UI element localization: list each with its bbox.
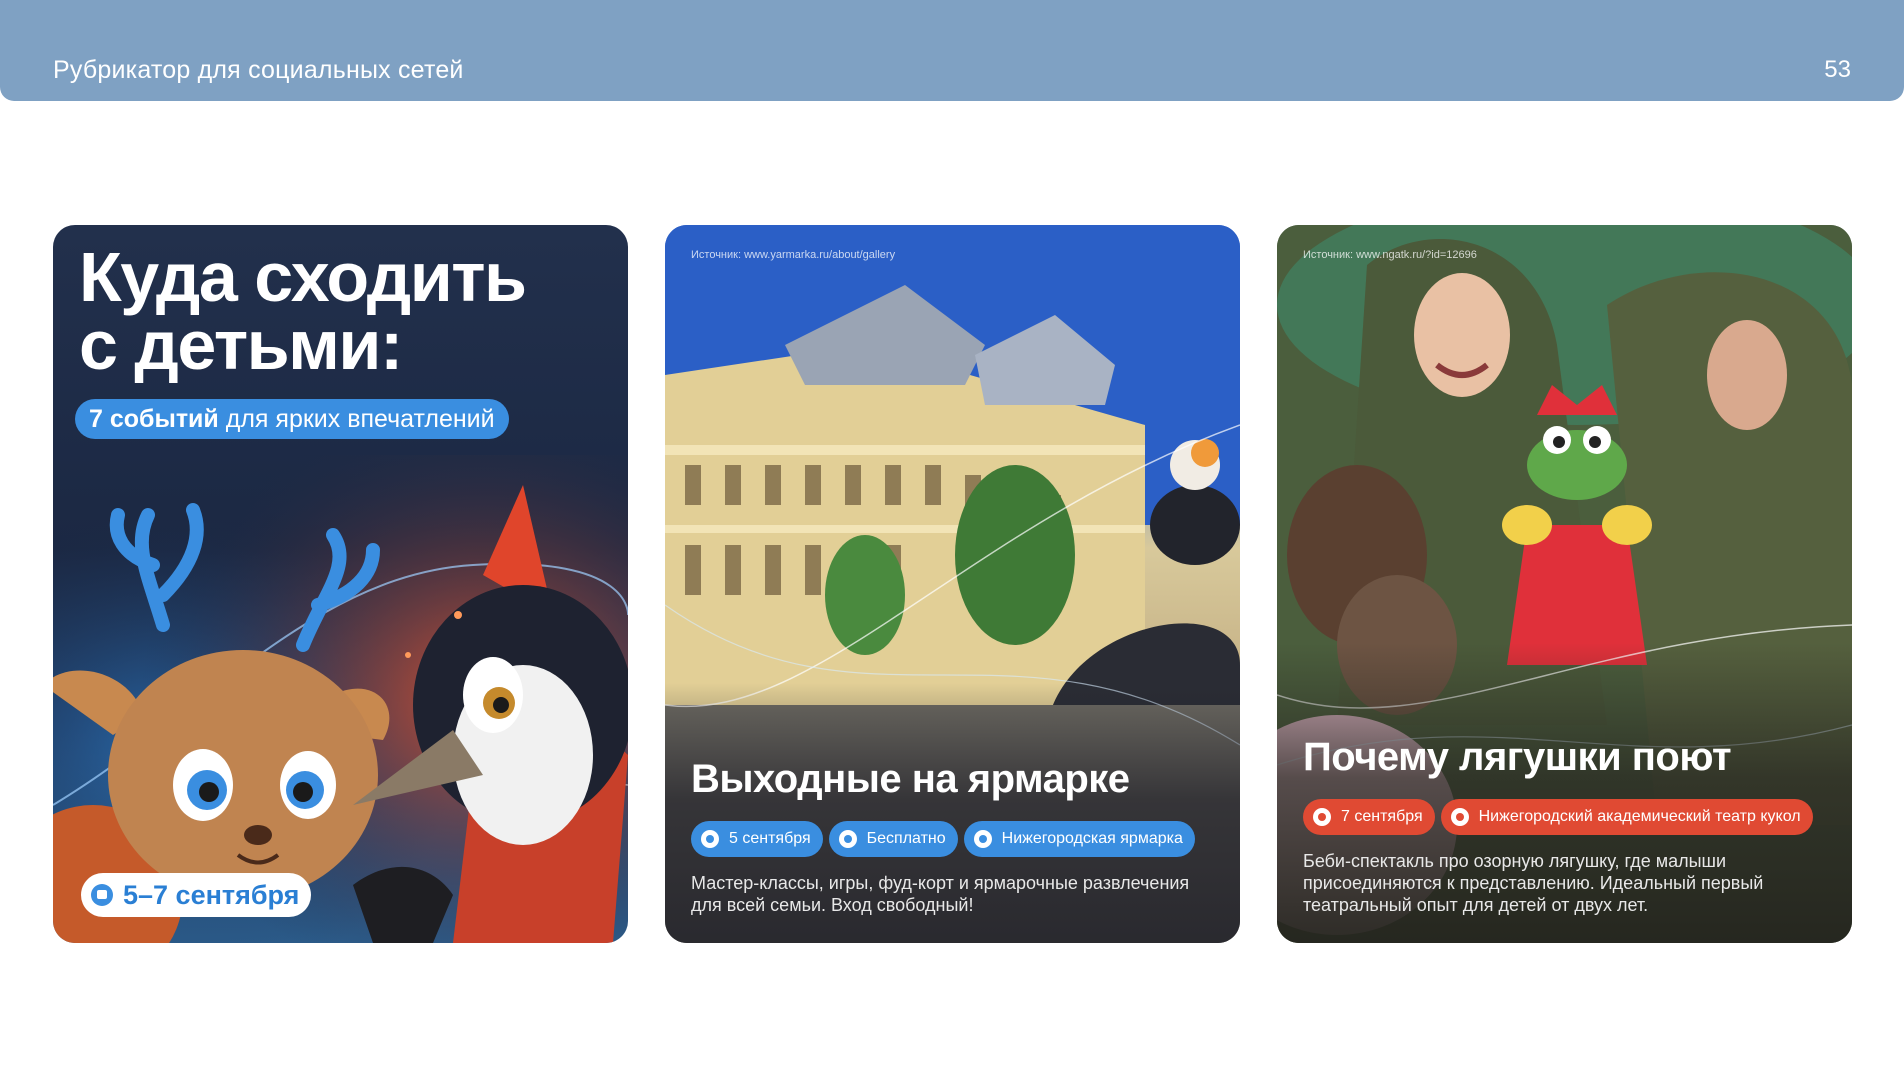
card3-source: Источник: www.ngatk.ru/?id=12696 xyxy=(1303,249,1477,261)
calendar-icon xyxy=(1313,808,1331,826)
headline-line-2: с детьми: xyxy=(79,306,403,384)
chip-price: Бесплатно xyxy=(828,821,958,857)
chip-location: Нижегородская ярмарка xyxy=(963,821,1195,857)
header-bar: Рубрикатор для социальных сетей 53 xyxy=(0,0,1904,101)
card1-subtitle-pill: 7 событий для ярких впечатлений xyxy=(75,399,509,439)
card3-description: Беби-спектакль про озорную лягушку, где … xyxy=(1303,851,1764,915)
chip-date: 5 сентября xyxy=(691,821,823,857)
page-number: 53 xyxy=(1824,56,1851,83)
chip-location: Нижегородский академический театр кукол xyxy=(1440,799,1813,835)
chip-location-label: Нижегородская ярмарка xyxy=(1001,830,1183,847)
location-pin-icon xyxy=(973,830,992,848)
card2-chips: 5 сентября Бесплатно Нижегородская ярмар… xyxy=(691,821,1195,857)
cartoon-deer-woodpecker-illustration xyxy=(53,455,628,943)
card2-description: Мастер-классы, игры, фуд-корт и ярмарочн… xyxy=(691,873,1190,915)
subtitle-rest: для ярких впечатлений xyxy=(218,405,495,433)
calendar-icon xyxy=(91,884,113,906)
chip-date-label: 5 сентября xyxy=(729,830,811,847)
card2-source: Источник: www.yarmarka.ru/about/gallery xyxy=(691,249,896,261)
card3-title: Почему лягушки поют xyxy=(1303,735,1732,779)
card1-headline: Куда сходить с детьми: xyxy=(79,238,609,384)
card-puppet-theatre[interactable]: Источник: www.ngatk.ru/?id=12696 Почему … xyxy=(1277,225,1852,943)
location-pin-icon xyxy=(1450,808,1469,826)
chip-price-label: Бесплатно xyxy=(866,830,946,847)
chip-date: 7 сентября xyxy=(1303,799,1435,835)
ruble-icon xyxy=(838,830,857,848)
chip-date-label: 7 сентября xyxy=(1341,808,1423,825)
card-kids-events[interactable]: Куда сходить с детьми: 7 событий для ярк… xyxy=(53,225,628,943)
headline-line-1: Куда сходить xyxy=(79,238,527,316)
card-fair-weekend[interactable]: Источник: www.yarmarka.ru/about/gallery … xyxy=(665,225,1240,943)
card1-date-pill: 5–7 сентября xyxy=(81,873,312,917)
subtitle-bold: 7 событий xyxy=(89,405,219,433)
card2-title: Выходные на ярмарке xyxy=(691,757,1130,801)
chip-location-label: Нижегородский академический театр кукол xyxy=(1478,808,1801,825)
card3-chips: 7 сентября Нижегородский академический т… xyxy=(1303,799,1813,835)
calendar-icon xyxy=(701,830,719,848)
date-label: 5–7 сентября xyxy=(123,880,300,910)
header-title: Рубрикатор для социальных сетей xyxy=(53,56,464,84)
